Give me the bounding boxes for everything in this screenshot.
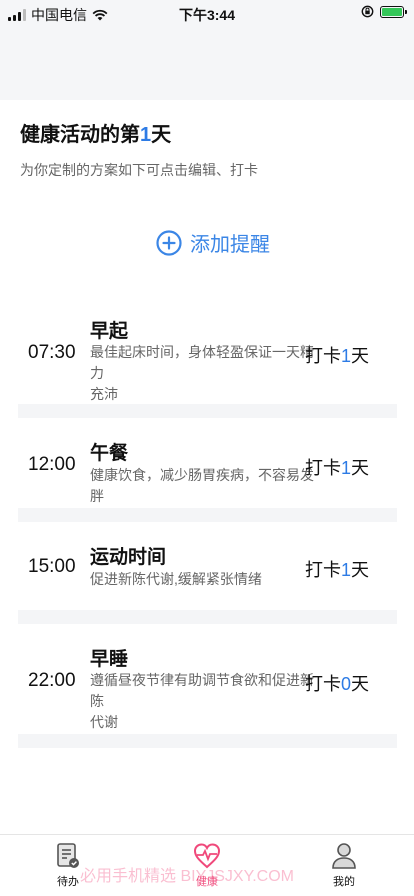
reminder-title: 早起 <box>90 321 129 342</box>
reminder-time: 07:30 <box>28 342 76 363</box>
reminder-time: 15:00 <box>28 556 76 577</box>
reminder-title: 运动时间 <box>90 547 167 568</box>
todo-icon <box>57 843 79 868</box>
reminder-time: 22:00 <box>28 670 76 691</box>
page-subtitle: 为你定制的方案如下可点击编辑、打卡 <box>20 162 258 178</box>
tab-label: 我的 <box>333 876 355 888</box>
description-line: 充沛 <box>90 386 118 402</box>
checkin-suffix: 天 <box>351 458 369 478</box>
title-suffix: 天 <box>151 124 172 146</box>
battery-icon <box>380 5 407 18</box>
description-line: 遵循昼夜节律有助调节食欲和促进新陈 <box>90 672 314 709</box>
checkin-button[interactable]: 打卡1天 <box>305 556 369 582</box>
checkin-prefix: 打卡 <box>304 346 341 366</box>
checkin-prefix: 打卡 <box>304 458 341 478</box>
page-title: 健康活动的第1天 <box>20 118 171 147</box>
card-divider <box>18 734 397 748</box>
checkin-prefix: 打卡 <box>304 560 341 580</box>
user-icon <box>332 843 356 869</box>
title-prefix: 健康活动的第 <box>20 124 140 146</box>
reminder-card[interactable]: 12:00 午餐 健康饮食，减少肠胃疾病，不容易发胖 打卡1天 <box>18 418 397 508</box>
checkin-days: 1 <box>340 346 351 366</box>
reminder-description: 促进新陈代谢,缓解紧张情绪 <box>90 569 314 590</box>
reminder-title: 午餐 <box>90 443 129 464</box>
checkin-days: 1 <box>340 560 351 580</box>
heart-pulse-icon <box>193 843 221 869</box>
card-divider <box>18 610 397 624</box>
checkin-days: 0 <box>340 674 351 694</box>
checkin-suffix: 天 <box>351 346 369 366</box>
tab-bar: 待办 健康 我的 <box>0 834 414 896</box>
reminder-title: 早睡 <box>90 649 129 670</box>
status-bar: 中国电信 下午3:44 <box>0 0 414 28</box>
reminder-description: 遵循昼夜节律有助调节食欲和促进新陈 代谢 <box>90 670 314 733</box>
checkin-button[interactable]: 打卡1天 <box>305 342 369 368</box>
plus-circle-icon <box>156 229 182 256</box>
status-right <box>361 5 407 18</box>
tab-health[interactable]: 健康 <box>177 841 237 889</box>
tab-label: 待办 <box>57 876 79 888</box>
add-reminder-label: 添加提醒 <box>190 234 270 256</box>
card-divider <box>18 508 397 522</box>
card-divider <box>18 404 397 418</box>
checkin-days: 1 <box>340 458 351 478</box>
checkin-suffix: 天 <box>351 560 369 580</box>
description-line: 促进新陈代谢,缓解紧张情绪 <box>90 571 262 587</box>
reminder-time: 12:00 <box>28 454 76 475</box>
tab-mine[interactable]: 我的 <box>314 841 374 889</box>
reminder-description: 最佳起床时间，身体轻盈保证一天精力 充沛 <box>90 342 314 405</box>
nav-area <box>0 28 414 100</box>
checkin-button[interactable]: 打卡0天 <box>305 670 369 696</box>
title-day-count: 1 <box>140 124 152 146</box>
orientation-lock-icon <box>361 5 374 18</box>
tab-label: 健康 <box>196 876 218 888</box>
description-line: 健康饮食，减少肠胃疾病，不容易发胖 <box>90 467 314 504</box>
reminder-description: 健康饮食，减少肠胃疾病，不容易发胖 <box>90 465 314 507</box>
description-line: 代谢 <box>90 714 118 730</box>
tab-todo[interactable]: 待办 <box>38 841 98 889</box>
status-time: 下午3:44 <box>178 7 236 23</box>
reminder-card[interactable]: 07:30 早起 最佳起床时间，身体轻盈保证一天精力 充沛 打卡1天 <box>18 300 397 404</box>
reminder-card[interactable]: 22:00 早睡 遵循昼夜节律有助调节食欲和促进新陈 代谢 打卡0天 <box>18 624 397 734</box>
reminder-card[interactable]: 15:00 运动时间 促进新陈代谢,缓解紧张情绪 打卡1天 <box>18 522 397 610</box>
checkin-suffix: 天 <box>351 674 369 694</box>
checkin-button[interactable]: 打卡1天 <box>305 454 369 480</box>
checkin-prefix: 打卡 <box>304 674 341 694</box>
add-reminder-button[interactable]: 添加提醒 <box>156 228 270 257</box>
description-line: 最佳起床时间，身体轻盈保证一天精力 <box>90 344 314 381</box>
